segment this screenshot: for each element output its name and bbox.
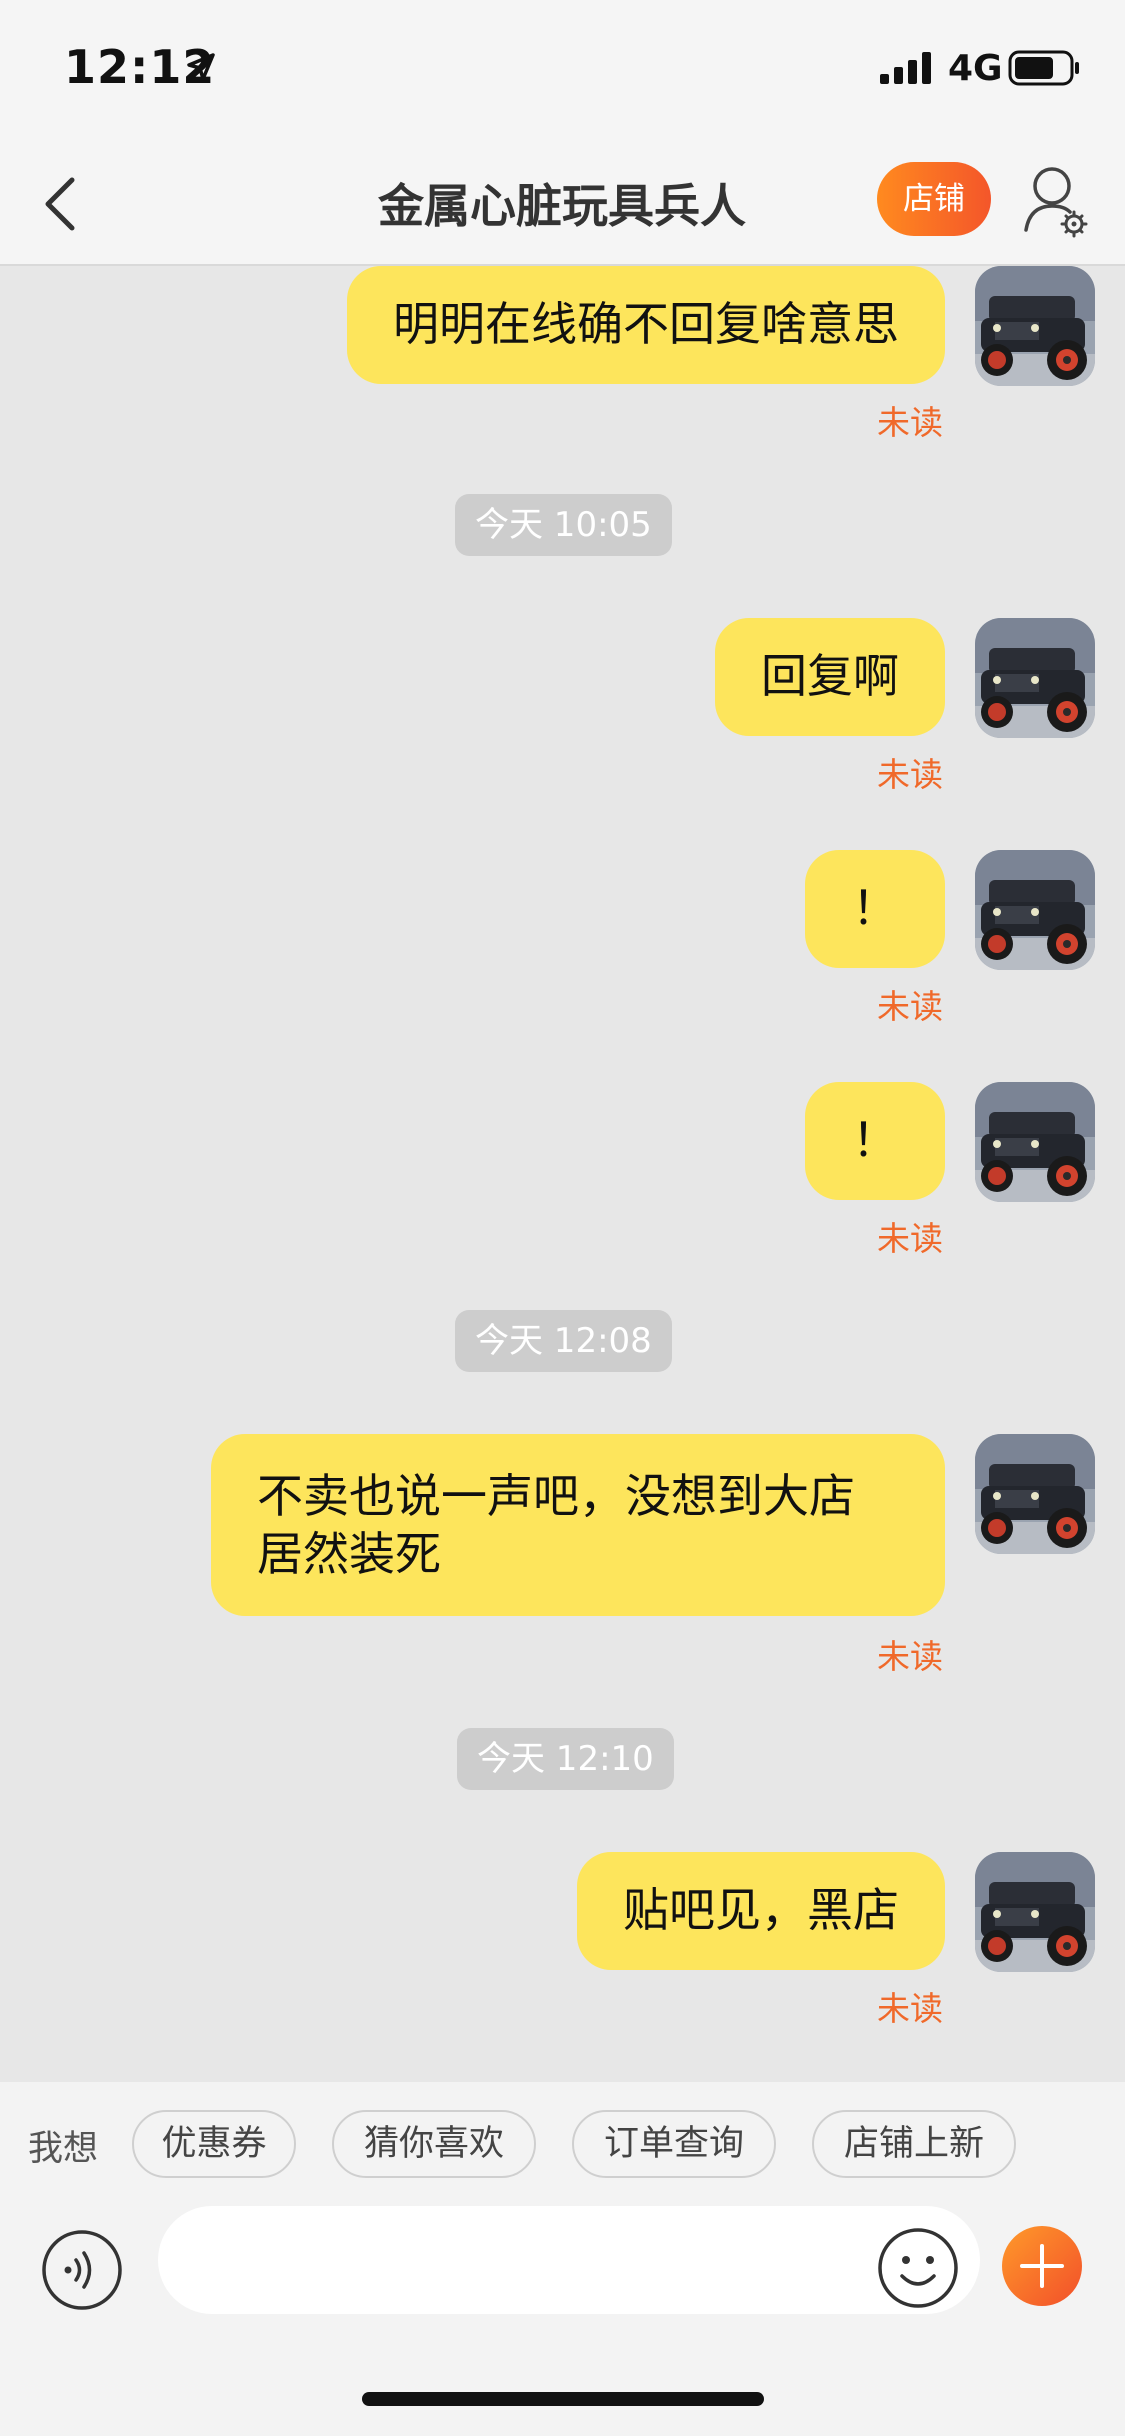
timestamp: 今天 12:10 [457,1728,674,1790]
network-type: 4G [948,48,1003,89]
avatar[interactable] [975,266,1095,386]
user-settings-icon[interactable] [1022,160,1088,240]
message-bubble[interactable]: ！ [805,850,945,968]
timestamp: 今天 10:05 [455,494,672,556]
chip-recommend[interactable]: 猜你喜欢 [332,2110,536,2178]
emoji-icon[interactable] [876,2226,960,2310]
message-bubble[interactable]: 贴吧见，黑店 [577,1852,945,1970]
message-bubble[interactable]: ！ [805,1082,945,1200]
unread-status: 未读 [877,987,943,1026]
message-input[interactable] [158,2206,980,2314]
unread-status: 未读 [877,1219,943,1258]
signal-icon [880,52,931,84]
chip-order-query[interactable]: 订单查询 [572,2110,776,2178]
avatar[interactable] [975,1852,1095,1972]
home-indicator [362,2392,764,2406]
quick-actions-label: 我想 [28,2129,99,2169]
avatar[interactable] [975,1434,1095,1554]
message-bubble[interactable]: 明明在线确不回复啥意思 [347,266,945,384]
unread-status: 未读 [877,755,943,794]
unread-status: 未读 [877,1989,943,2028]
status-bar: 12:12 4G [0,0,1125,140]
store-button[interactable]: 店铺 [877,162,991,236]
battery-icon [1008,50,1079,86]
chip-coupon[interactable]: 优惠券 [132,2110,296,2178]
message-bubble[interactable]: 回复啊 [715,618,945,736]
avatar[interactable] [975,850,1095,970]
timestamp: 今天 12:08 [455,1310,672,1372]
chip-store-new[interactable]: 店铺上新 [812,2110,1016,2178]
quick-actions-bar: 我想 优惠券 猜你喜欢 订单查询 店铺上新 [0,2082,1125,2206]
unread-status: 未读 [877,1637,943,1676]
back-arrow-icon[interactable] [38,174,84,234]
message-bubble[interactable]: 不卖也说一声吧，没想到大店居然装死 [211,1434,945,1616]
unread-status: 未读 [877,403,943,442]
add-icon[interactable] [1000,2224,1084,2308]
location-arrow-icon [187,53,215,81]
nav-bar: 金属心脏玩具兵人 店铺 [0,140,1125,266]
chat-title: 金属心脏玩具兵人 [378,179,746,233]
chat-message-list[interactable]: 明明在线确不回复啥意思 未读 今天 10:05 回复啊 未读 ！ 未读 ！ 未读… [0,266,1125,2082]
voice-input-icon[interactable] [40,2228,124,2312]
avatar[interactable] [975,618,1095,738]
avatar[interactable] [975,1082,1095,1202]
